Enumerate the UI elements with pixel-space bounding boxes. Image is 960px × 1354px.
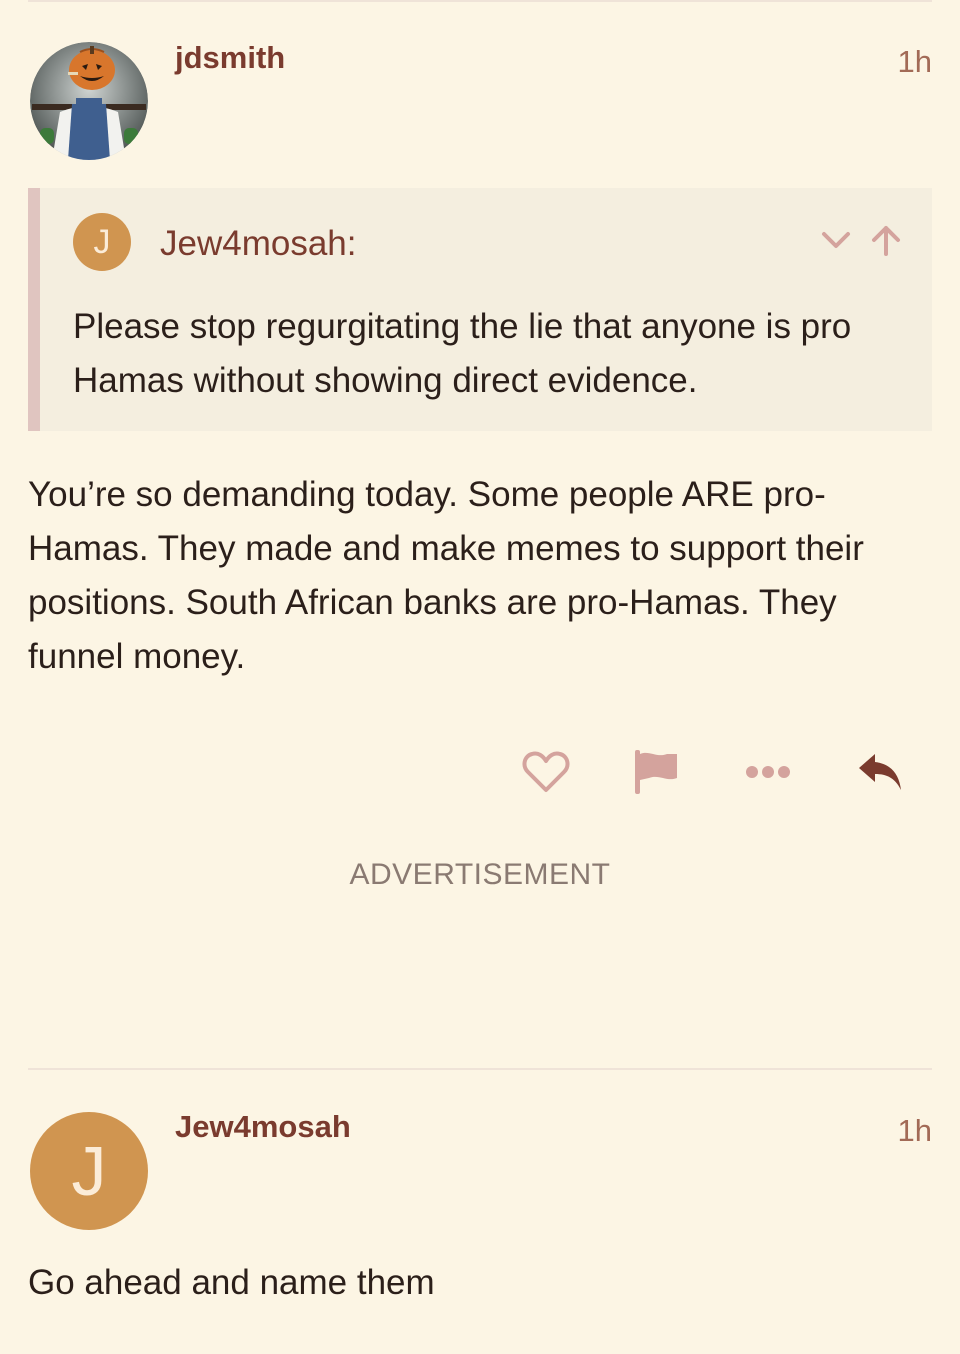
quote-author[interactable]: Jew4mosah: <box>160 224 356 264</box>
more-options-button[interactable] <box>738 742 798 802</box>
reply-icon <box>859 754 901 790</box>
avatar-jew4mosah[interactable]: J <box>30 1112 148 1230</box>
pumpkin-scarecrow-avatar-icon <box>30 42 148 160</box>
flag-icon <box>635 750 677 794</box>
quote-text: Please stop regurgitating the lie that a… <box>73 307 852 400</box>
quote-controls <box>818 222 904 258</box>
post-actions <box>0 742 960 802</box>
post-divider <box>28 1068 932 1070</box>
post-body: You’re so demanding today. Some people A… <box>28 475 864 676</box>
like-button[interactable] <box>516 742 576 802</box>
arrow-up-icon[interactable] <box>868 222 904 258</box>
post-username[interactable]: Jew4mosah <box>175 1109 351 1145</box>
post-username[interactable]: jdsmith <box>175 40 285 76</box>
quote-avatar-letter: J <box>93 223 111 261</box>
more-icon <box>746 766 790 778</box>
quote-avatar[interactable]: J <box>73 213 131 271</box>
advertisement-label: ADVERTISEMENT <box>349 858 611 891</box>
reply-button[interactable] <box>850 742 910 802</box>
post-timestamp[interactable]: 1h <box>898 1113 932 1149</box>
quote-block: J Jew4mosah: Please stop regurgitating t… <box>28 188 932 431</box>
heart-icon <box>522 751 570 792</box>
topic-thread: jdsmith 1h J Jew4mosah: Please stop regu… <box>0 0 960 1354</box>
post-body: Go ahead and name them <box>28 1263 435 1302</box>
post-divider <box>28 0 932 2</box>
avatar-letter: J <box>71 1132 107 1210</box>
flag-button[interactable] <box>626 742 686 802</box>
post-timestamp[interactable]: 1h <box>898 44 932 80</box>
chevron-down-icon[interactable] <box>818 222 854 258</box>
avatar-jdsmith[interactable] <box>30 42 148 160</box>
